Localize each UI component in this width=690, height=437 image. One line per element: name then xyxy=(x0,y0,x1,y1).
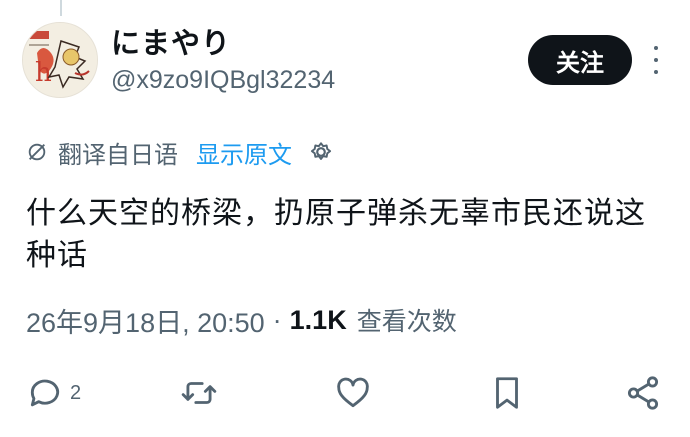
tweet-timestamp[interactable]: 26年9月18日, 20:50 xyxy=(26,301,265,340)
avatar[interactable]: h xyxy=(22,22,98,98)
bookmark-button[interactable] xyxy=(488,373,526,413)
retweet-button[interactable] xyxy=(180,373,218,413)
more-vertical-icon[interactable] xyxy=(648,46,664,74)
share-icon xyxy=(627,376,659,410)
tweet-meta: 26年9月18日, 20:50 · 1.1K 查看次数 xyxy=(26,300,457,340)
avatar-image: h xyxy=(23,23,97,97)
translation-bar: 翻译自日语 显示原文 xyxy=(26,135,334,170)
reply-icon xyxy=(30,379,60,407)
translate-icon xyxy=(28,143,46,161)
bookmark-icon xyxy=(496,377,518,409)
like-button[interactable] xyxy=(334,373,372,413)
reply-button[interactable]: 2 xyxy=(26,373,81,413)
thread-connector-line xyxy=(60,0,62,16)
author-handle[interactable]: @x9zo9IQBgl32234 xyxy=(111,66,335,95)
meta-separator: · xyxy=(272,304,282,335)
reply-count: 2 xyxy=(70,381,82,404)
views-label: 查看次数 xyxy=(356,307,457,336)
views-count: 1.1K xyxy=(289,304,347,335)
share-button[interactable] xyxy=(624,373,662,413)
gear-icon[interactable] xyxy=(308,139,334,165)
follow-button[interactable]: 关注 xyxy=(528,35,632,85)
retweet-icon xyxy=(181,382,217,404)
svg-text:h: h xyxy=(35,58,52,88)
translated-from-label: 翻译自日语 xyxy=(58,140,178,169)
heart-icon xyxy=(337,377,369,408)
tweet-text: 什么天空的桥梁，扔原子弹杀无辜市民还说这种话 xyxy=(26,196,646,273)
show-original-link[interactable]: 显示原文 xyxy=(196,135,292,170)
author-display-name[interactable]: にまやり xyxy=(111,20,231,62)
